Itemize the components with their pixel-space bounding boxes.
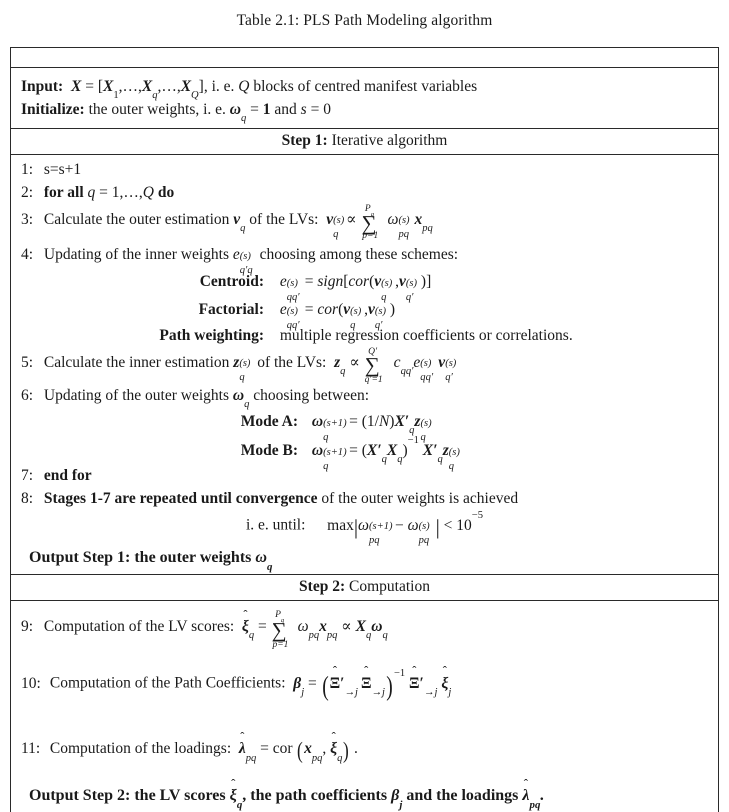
algo-line-8: 8: Stages 1-7 are repeated until converg… [21,488,708,511]
line-text: Calculate the inner estimation z (s) q of … [43,353,327,383]
mode-b: Mode B: ω (s+1) q = (X′qXq)−1 X′qz (s) q [226,434,708,472]
line8-bold: Stages 1-7 are repeated until convergenc… [43,489,318,507]
step1-output-symbol: ωq [255,549,273,573]
line-number: 11: [21,740,41,758]
step1-heading: Step 1: Iterative algorithm [11,129,718,154]
scheme-path-weighting: Path weighting: multiple regression coef… [116,324,708,347]
line-number: 5: [21,353,34,371]
line-number: 6: [21,387,34,405]
step2-output-p1: Output Step 2: the LV scores [29,787,226,805]
scheme-formula: multiple regression coefficients or corr… [279,327,573,345]
algorithm-table: Input: X = [X1,…,Xq,…,XQ], i. e. Q block… [10,47,719,812]
mode-formula: ω (s+1) q = (X′qXq)−1 X′qz (s) q [311,434,460,472]
algo-line-1: 1: s=s+1 [21,159,708,182]
algo-line-5: 5: Calculate the inner estimation z (s) q … [21,347,708,385]
line-text: Calculate the outer estimation νq of the… [43,210,319,234]
line-number: 1: [21,161,34,179]
line-text: s=s+1 [43,161,82,179]
line-text: Computation of the Path Coefficients: [49,674,286,692]
formula-z: zq ∝ ∑ Q′ q′=1 cqq′e (s) qq′ ν (s) q′ [334,347,457,385]
mode-a: Mode A: ω (s+1) q = (1/N)X′qz (s) q [226,408,708,444]
step2-output-lambda: ˆ λpq. [522,777,545,811]
formula-lv-scores: ˆ ξq = ∑ Pq p=1 ωpqxpq ∝ Xqωq [241,607,388,650]
step1-output-text: Output Step 1: the outer weights [29,549,252,567]
mode-label: Mode B: [240,441,298,459]
convergence-prefix: i. e. until: [245,516,306,534]
mode-formula: ω (s+1) q = (1/N)X′qz (s) q [311,412,432,444]
for-all-keyword: for all [43,183,84,201]
input-line: Input: X = [X1,…,Xq,…,XQ], i. e. Q block… [21,78,478,102]
line-text: end for [43,467,92,485]
formula-loadings: ˆ λpq = cor (xpq, ˆ ξq) . [238,729,358,764]
table-top-band [11,48,718,67]
input-label: Input: [21,78,64,95]
step2-heading-bold: Step 2: [299,578,346,596]
line-text: Updating of the inner weights e (s) q′q ch… [43,246,459,276]
initialize-line: Initialize: the outer weights, i. e. ωq … [21,100,331,124]
formula-nu: ν (s) q ∝ ∑ Pq p=1 ω (s) pq xpq [326,204,433,242]
initialize-label: Initialize: [21,100,85,118]
line-number: 10: [21,674,41,692]
mode-list: Mode A: ω (s+1) q = (1/N)X′qz (s) q Mode B: ω… [226,408,708,472]
step2-output-xi: ˆ ξq [229,777,243,811]
table-caption: Table 2.1: PLS Path Modeling algorithm [236,12,493,29]
formula-path-coefficients: βj = (ˆ Ξ′→j ˆ Ξ→j)−1 ˆ Ξ′→j ˆ ξj [293,664,452,702]
do-keyword: do [157,183,175,201]
algo-line-9: 9: Computation of the LV scores: ˆ ξq = ∑… [21,607,708,651]
step1-output: Output Step 1: the outer weights ωq [21,546,708,573]
step2-output: Output Step 2: the LV scores ˆ ξq, the pa… [21,777,708,811]
scheme-centroid: Centroid: e (s) qq′ = sign[cor(ν (s) q ,ν (s) q′… [116,268,708,303]
step2-body: 9: Computation of the LV scores: ˆ ξq = ∑… [11,601,718,812]
scheme-label: Factorial: [198,301,264,319]
step1-body: 1: s=s+1 2: for all q = 1,…,Q do 3: Calc… [11,155,718,574]
line-number: 3: [21,210,34,228]
step2-output-p3: and the loadings [406,787,519,805]
preamble-block: Input: X = [X1,…,Xq,…,XQ], i. e. Q block… [11,68,718,128]
line-text: Computation of the loadings: [49,740,232,758]
line-number: 9: [21,618,34,636]
scheme-label: Path weighting: [159,327,264,345]
line-number: 7: [21,467,34,485]
convergence-formula: max|ω (s+1) pq − ω (s) pq | < 10−5 [327,509,484,547]
step2-heading-rest: Computation [349,578,430,596]
convergence-criterion: i. e. until: max|ω (s+1) pq − ω (s) pq | < 10−… [21,510,708,546]
step2-heading: Step 2: Computation [11,575,718,600]
line8-rest: of the outer weights is achieved [321,489,519,507]
document-page: Table 2.1: PLS Path Modeling algorithm I… [0,0,729,812]
scheme-formula: e (s) qq′ = cor(ν (s) q ,ν (s) q′) [279,301,396,331]
step2-output-p2: , the path coefficients [242,787,388,805]
summation-symbol: ∑ Pq p=1 [361,204,379,242]
algo-line-7: 7: end for [21,465,708,488]
step1-heading-bold: Step 1: [281,132,328,150]
line-number: 8: [21,489,34,507]
line-number: 4: [21,246,34,264]
step2-output-beta: βj [391,787,403,811]
algo-line-10: 10: Computation of the Path Coefficients… [21,651,708,721]
algo-line-3: 3: Calculate the outer estimation νq of … [21,204,708,242]
step1-heading-rest: Iterative algorithm [331,132,448,150]
scheme-list: Centroid: e (s) qq′ = sign[cor(ν (s) q ,ν (s) q′… [116,268,708,347]
line-number: 2: [21,183,34,201]
scheme-formula: e (s) qq′ = sign[cor(ν (s) q ,ν (s) q′)] [279,273,432,303]
algo-line-11: 11: Computation of the loadings: ˆ λpq = … [21,721,708,781]
summation-symbol: ∑ Q′ q′=1 [364,347,383,385]
line-text: Updating of the outer weights ωq choosin… [43,387,370,411]
algo-line-4: 4: Updating of the inner weights e (s) q′q… [21,241,708,276]
mode-label: Mode A: [240,412,298,430]
summation-symbol: ∑ Pq p=1 [271,609,289,650]
line-text: Computation of the LV scores: [43,618,235,636]
